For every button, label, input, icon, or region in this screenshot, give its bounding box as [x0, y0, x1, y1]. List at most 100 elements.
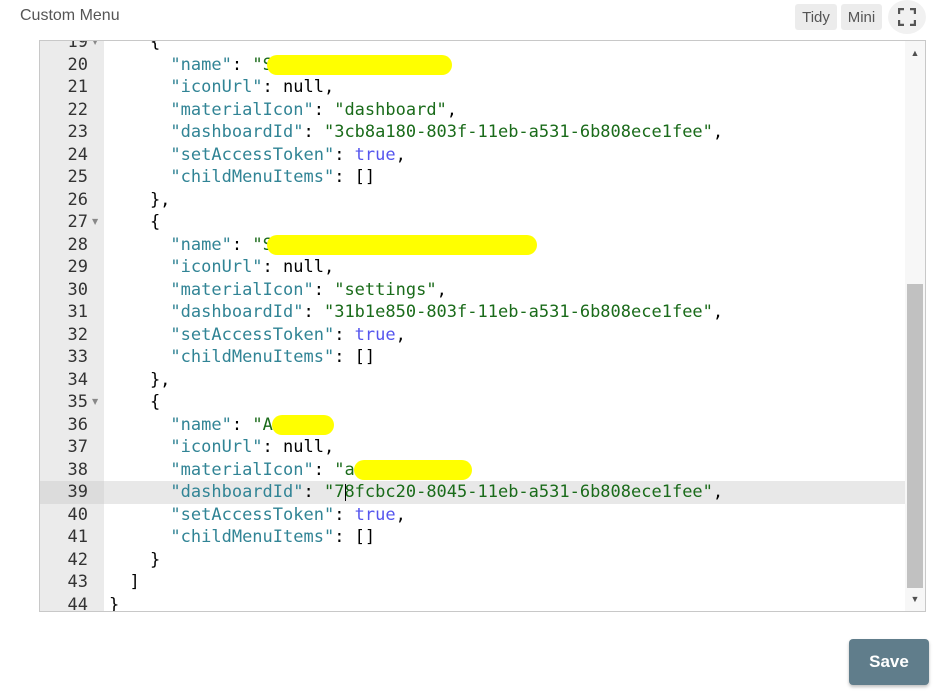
code-text: "setAccessToken": true,	[104, 324, 906, 347]
code-token: ,	[395, 324, 406, 345]
code-text: "name": "As",	[104, 414, 906, 437]
code-line: 39 "dashboardId": "78fcbc20-8045-11eb-a5…	[40, 481, 906, 504]
code-token: :	[334, 144, 355, 165]
code-line: 23 "dashboardId": "3cb8a180-803f-11eb-a5…	[40, 121, 906, 144]
code-token: "3cb8a180-803f-11eb-a531-6b808ece1fee"	[323, 122, 713, 142]
code-token: "setAccessToken"	[170, 324, 335, 345]
code-line: 37 "iconUrl": null,	[40, 436, 906, 459]
code-line: 40 "setAccessToken": true,	[40, 503, 906, 526]
code-token: "dashboardId"	[170, 482, 304, 502]
code-token: ]	[109, 572, 140, 592]
json-code-editor[interactable]: 19▼ {20 "name": "Sw",21 "iconUrl": null,…	[39, 40, 926, 612]
code-line: 29 "iconUrl": null,	[40, 256, 906, 279]
line-number: 32	[40, 323, 104, 346]
code-token: ,	[323, 257, 335, 277]
code-text: {	[104, 41, 906, 54]
line-number: 25	[40, 166, 104, 189]
code-token: ,	[323, 77, 335, 97]
code-text: },	[104, 369, 906, 392]
code-text: "name": "Son",	[104, 234, 906, 257]
code-token: :	[313, 99, 335, 120]
code-line: 32 "setAccessToken": true,	[40, 323, 906, 347]
code-line: 44}	[40, 593, 906, 612]
code-text: "childMenuItems": []	[104, 526, 906, 549]
code-token: "childMenuItems"	[170, 167, 335, 187]
code-line: 19 ▼ {	[40, 41, 906, 54]
vertical-scrollbar[interactable]: ▲ ▼	[905, 41, 925, 611]
code-line: 43 ]	[40, 571, 906, 594]
code-token: :	[303, 302, 324, 322]
fold-toggle-icon[interactable]: ▼	[92, 41, 102, 54]
scroll-up-arrow-icon[interactable]: ▲	[905, 43, 925, 63]
redaction-mark	[267, 234, 537, 255]
line-number: 23	[40, 121, 104, 144]
code-token: null	[283, 257, 324, 277]
code-token: : []	[334, 347, 376, 367]
code-text: "materialIcon": "add_a",	[104, 459, 906, 482]
line-number: 41	[40, 526, 104, 549]
code-text: "iconUrl": null,	[104, 256, 906, 279]
page-title: Custom Menu	[20, 7, 120, 24]
code-line: 34 },	[40, 368, 906, 392]
code-token: : []	[334, 167, 376, 187]
code-token: ,	[712, 482, 724, 502]
redaction-mark	[354, 459, 472, 480]
code-area[interactable]: 19▼ {20 "name": "Sw",21 "iconUrl": null,…	[40, 41, 906, 611]
mini-button[interactable]: Mini	[841, 4, 882, 30]
redaction-mark	[272, 414, 334, 435]
code-line: 24 "setAccessToken": true,	[40, 143, 906, 167]
code-token: ,	[395, 144, 406, 165]
code-token: "setAccessToken"	[170, 144, 335, 165]
code-line: 21 "iconUrl": null,	[40, 76, 906, 99]
scrollbar-thumb[interactable]	[907, 284, 923, 588]
scroll-down-arrow-icon[interactable]: ▼	[905, 589, 925, 609]
code-token: "name"	[170, 414, 232, 435]
code-token: "dashboardId"	[170, 302, 304, 322]
code-token: {	[109, 392, 161, 412]
code-token: ,	[436, 279, 447, 300]
code-line: 30 "materialIcon": "settings",	[40, 278, 906, 302]
code-token: ,	[395, 504, 406, 525]
line-number: 29	[40, 256, 104, 279]
code-token: :	[313, 279, 335, 300]
code-token: {	[109, 41, 161, 52]
line-number: 43	[40, 571, 104, 594]
code-token: :	[262, 437, 284, 457]
custom-menu-page: Custom Menu Tidy Mini 19 ▼ {20 "name": "S…	[0, 0, 948, 691]
code-token: true	[354, 504, 396, 525]
line-number: 24	[40, 143, 104, 166]
fold-toggle-icon[interactable]: ▼	[92, 211, 102, 234]
line-number: 33	[40, 346, 104, 369]
fullscreen-button[interactable]	[888, 0, 926, 34]
tidy-button[interactable]: Tidy	[795, 4, 837, 30]
code-text: }	[104, 594, 906, 612]
code-line: 22 "materialIcon": "dashboard",	[40, 98, 906, 122]
code-token: }	[109, 594, 120, 612]
code-token: "childMenuItems"	[170, 347, 335, 367]
fold-toggle-icon[interactable]: ▼	[92, 391, 102, 414]
code-token: "setAccessToken"	[170, 504, 335, 525]
code-line: 26 },	[40, 188, 906, 211]
code-token: "iconUrl"	[170, 257, 263, 277]
code-token: ,	[712, 122, 724, 142]
save-button[interactable]: Save	[849, 639, 929, 685]
code-line: 36 "name": "As",	[40, 413, 906, 437]
code-line: 20 "name": "Sw",	[40, 53, 906, 76]
code-token: "dashboardId"	[170, 122, 304, 142]
code-line: 25 "childMenuItems": []	[40, 166, 906, 189]
code-token: {	[109, 212, 161, 232]
code-token: :	[303, 122, 324, 142]
code-text: "setAccessToken": true,	[104, 144, 906, 167]
code-line: 27 ▼ {	[40, 211, 906, 234]
line-number: 36	[40, 413, 104, 436]
code-token: }	[109, 549, 161, 570]
code-text: "materialIcon": "settings",	[104, 279, 906, 302]
code-text: "materialIcon": "dashboard",	[104, 99, 906, 122]
